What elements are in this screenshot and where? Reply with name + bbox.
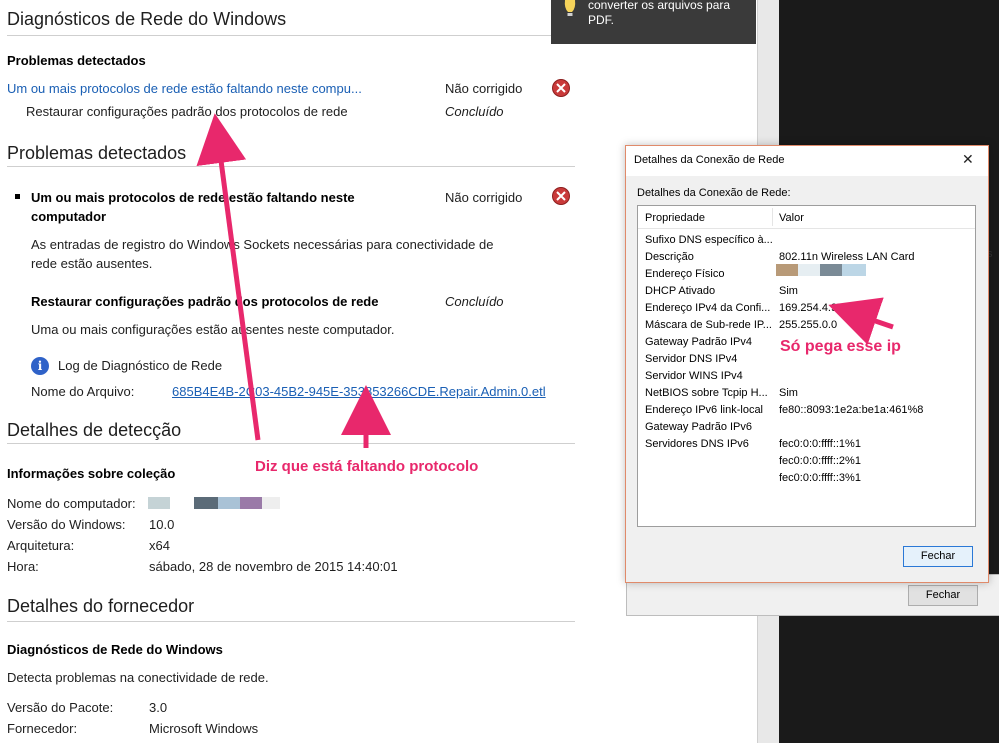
arrow-to-ip xyxy=(828,297,894,345)
annotation-arrows xyxy=(196,113,894,448)
annotation-only-ip: Só pega esse ip xyxy=(780,338,901,355)
arrow-to-protocol-message xyxy=(196,113,261,441)
annotation-missing-protocol: Diz que está faltando protocolo xyxy=(255,458,479,475)
